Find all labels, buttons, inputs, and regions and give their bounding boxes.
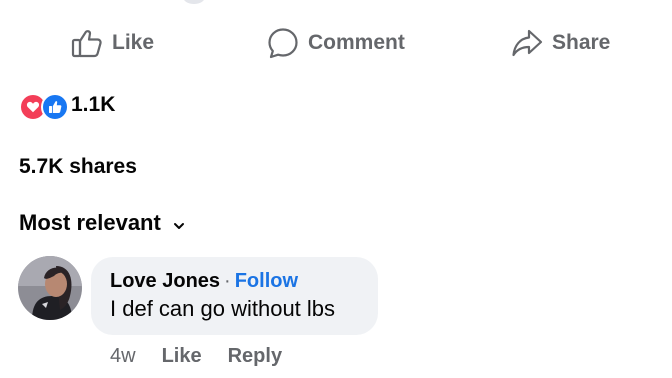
comment-button-label: Comment	[308, 31, 405, 54]
share-button-label: Share	[552, 31, 611, 54]
reaction-summary[interactable]: 1.1K	[19, 90, 116, 121]
comment-reply-button[interactable]: Reply	[228, 345, 282, 368]
thumbs-up-icon	[70, 26, 104, 60]
cropped-element	[183, 0, 205, 4]
share-button[interactable]: Share	[510, 20, 610, 66]
comment-actions: 4w Like Reply	[110, 343, 282, 369]
post-footer: Like Comment Share 1.1K 5.7K shares Most…	[0, 0, 672, 378]
avatar[interactable]	[18, 256, 82, 320]
comment-author[interactable]: Love Jones	[110, 270, 220, 292]
reaction-icons	[19, 92, 71, 121]
separator-dot: ·	[224, 270, 231, 292]
post-action-bar: Like Comment Share	[0, 20, 672, 66]
like-button-label: Like	[112, 31, 155, 54]
comment-timestamp[interactable]: 4w	[110, 345, 136, 368]
like-icon	[41, 93, 69, 121]
reaction-count: 1.1K	[71, 93, 116, 116]
comment-text: I def can go without lbs	[110, 296, 336, 321]
share-arrow-icon	[510, 26, 544, 60]
sort-label: Most relevant	[19, 210, 161, 235]
speech-bubble-icon	[266, 26, 300, 60]
comment-bubble: Love Jones · Follow I def can go without l…	[91, 257, 378, 335]
chevron-down-icon	[173, 210, 185, 236]
follow-link[interactable]: Follow	[235, 270, 298, 292]
comment-header: Love Jones · Follow	[110, 269, 378, 293]
comment-button[interactable]: Comment	[266, 20, 405, 66]
like-button[interactable]: Like	[70, 20, 154, 66]
share-count[interactable]: 5.7K shares	[19, 155, 137, 179]
comment-like-button[interactable]: Like	[162, 345, 202, 368]
comment-sort-dropdown[interactable]: Most relevant	[19, 208, 185, 238]
